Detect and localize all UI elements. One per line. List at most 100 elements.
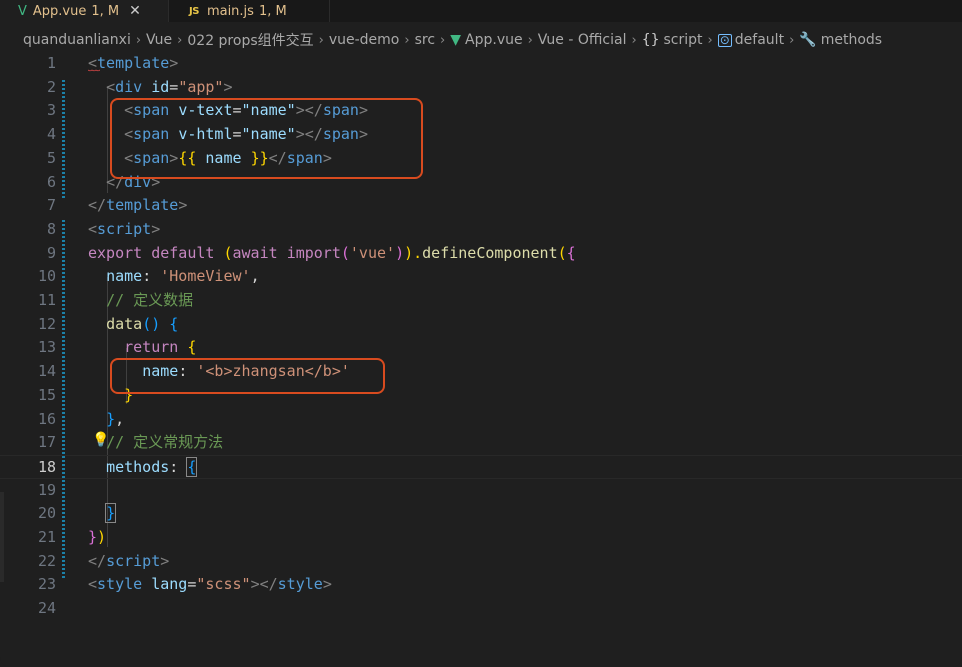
token: ( [557, 243, 567, 262]
line-number: 16 [37, 409, 56, 428]
code-line[interactable]: 1 <template> ﹋ [0, 52, 962, 82]
code-line[interactable]: 17 💡 // 定义常规方法 [0, 431, 962, 455]
highlight-box [110, 358, 385, 394]
code-line[interactable]: 20 } [0, 502, 962, 526]
token: style [97, 575, 143, 594]
code-line[interactable]: 22 </script> [0, 550, 962, 574]
token: data [106, 314, 143, 333]
token: , [250, 267, 260, 286]
token: script [97, 219, 152, 238]
editor-tabs: V App.vue 1, M ✕ JS main.js 1, M [0, 0, 962, 22]
token: < [88, 575, 98, 594]
chevron-right-icon: › [527, 32, 533, 48]
chevron-right-icon: › [404, 32, 410, 48]
tab-label: App.vue [32, 3, 87, 19]
code-line[interactable]: 7 </template> [0, 194, 962, 218]
line-number: 2 [46, 77, 56, 96]
line-number: 15 [37, 385, 56, 404]
chevron-right-icon: › [789, 32, 795, 48]
token: import [286, 243, 341, 262]
js-icon: JS [189, 5, 199, 17]
code-line[interactable]: 19 [0, 479, 962, 503]
token: // 定义数据 [106, 291, 194, 309]
breadcrumb: quanduanlianxi › Vue › 022 props组件交互 › v… [0, 28, 962, 52]
braces-icon: {} [641, 32, 660, 48]
breadcrumb-item-folder[interactable]: src [415, 32, 435, 48]
tab-app-vue[interactable]: V App.vue 1, M ✕ [0, 0, 169, 22]
token: > [223, 77, 233, 96]
code-line[interactable]: 13 return { [0, 336, 962, 360]
line-number: 1 [46, 54, 56, 72]
token: : [142, 267, 152, 286]
token: ></ [250, 575, 278, 594]
code-line[interactable]: 8 <script> [0, 218, 962, 242]
vue-icon: V [18, 3, 27, 19]
token: ( [340, 243, 350, 262]
window-footer [0, 640, 962, 667]
code-line-active[interactable]: 18 methods: { [0, 454, 962, 479]
token: ) [395, 243, 405, 262]
line-number: 18 [37, 457, 56, 476]
breadcrumb-item-symbol[interactable]: default [735, 32, 784, 48]
line-number: 14 [37, 362, 56, 381]
breadcrumb-item-folder[interactable]: quanduanlianxi [23, 32, 131, 48]
line-number: 6 [46, 172, 56, 191]
breadcrumb-item-language[interactable]: Vue - Official [538, 32, 627, 48]
line-number: 7 [46, 196, 56, 215]
token: "scss" [196, 575, 251, 594]
code-line[interactable]: 12 data() { [0, 313, 962, 337]
token: < [88, 219, 98, 238]
code-line[interactable]: 9 export default (await import('vue')).d… [0, 242, 962, 266]
breadcrumb-item-folder[interactable]: vue-demo [329, 32, 400, 48]
line-number: 24 [37, 599, 56, 618]
line-number: 13 [37, 338, 56, 357]
breadcrumb-item-symbol[interactable]: script [664, 32, 703, 48]
highlight-box [110, 98, 423, 179]
token: { [187, 338, 197, 357]
code-line[interactable]: 16 }, [0, 408, 962, 432]
token: id [151, 77, 170, 96]
close-icon[interactable]: ✕ [129, 3, 141, 19]
token: () [142, 314, 161, 333]
token: { [169, 314, 179, 333]
code-line[interactable]: 23 <style lang="scss"></style> [0, 573, 962, 597]
chevron-right-icon: › [177, 32, 183, 48]
token: // 定义常规方法 [106, 433, 224, 452]
breadcrumb-item-folder[interactable]: Vue [146, 32, 172, 48]
vue-icon: ▼ [450, 32, 462, 48]
breadcrumb-item-file[interactable]: App.vue [465, 32, 523, 48]
line-number: 17 [37, 433, 56, 452]
token: default [151, 243, 215, 262]
code-line[interactable]: 11 // 定义数据 [0, 289, 962, 313]
code-line[interactable]: 10 name: 'HomeView', [0, 265, 962, 289]
chevron-right-icon: › [631, 32, 637, 48]
token: "app" [178, 77, 224, 96]
wrench-icon: 🔧 [799, 32, 817, 48]
chevron-right-icon: › [318, 32, 324, 48]
code-line[interactable]: 21 }) [0, 526, 962, 550]
token: , [115, 409, 125, 428]
token: div [115, 77, 143, 96]
token: = [169, 77, 179, 96]
token: style [277, 575, 323, 594]
token: > [178, 196, 188, 215]
tab-status: 1, M [91, 3, 120, 19]
breadcrumb-item-symbol[interactable]: methods [821, 32, 882, 48]
token: ) [97, 528, 107, 546]
token: </ [88, 196, 107, 215]
line-number: 9 [46, 243, 56, 262]
token: methods [106, 457, 170, 476]
tab-main-js[interactable]: JS main.js 1, M [169, 0, 330, 22]
code-line[interactable]: 2 <div id="app"> [0, 76, 962, 100]
line-number: 5 [46, 148, 56, 167]
token: { [566, 243, 576, 262]
breadcrumb-item-folder[interactable]: 022 props组件交互 [187, 30, 313, 50]
variable-icon: ⊙ [717, 32, 732, 47]
token: script [106, 551, 161, 570]
code-editor[interactable]: 1 <template> ﹋ 2 <div id="app"> 3 <span … [0, 52, 962, 632]
token: 'HomeView' [160, 267, 251, 286]
token: } [106, 409, 116, 428]
code-line[interactable]: 24 [0, 597, 962, 621]
token: defineComponent [422, 243, 558, 262]
token: ( [223, 243, 233, 262]
